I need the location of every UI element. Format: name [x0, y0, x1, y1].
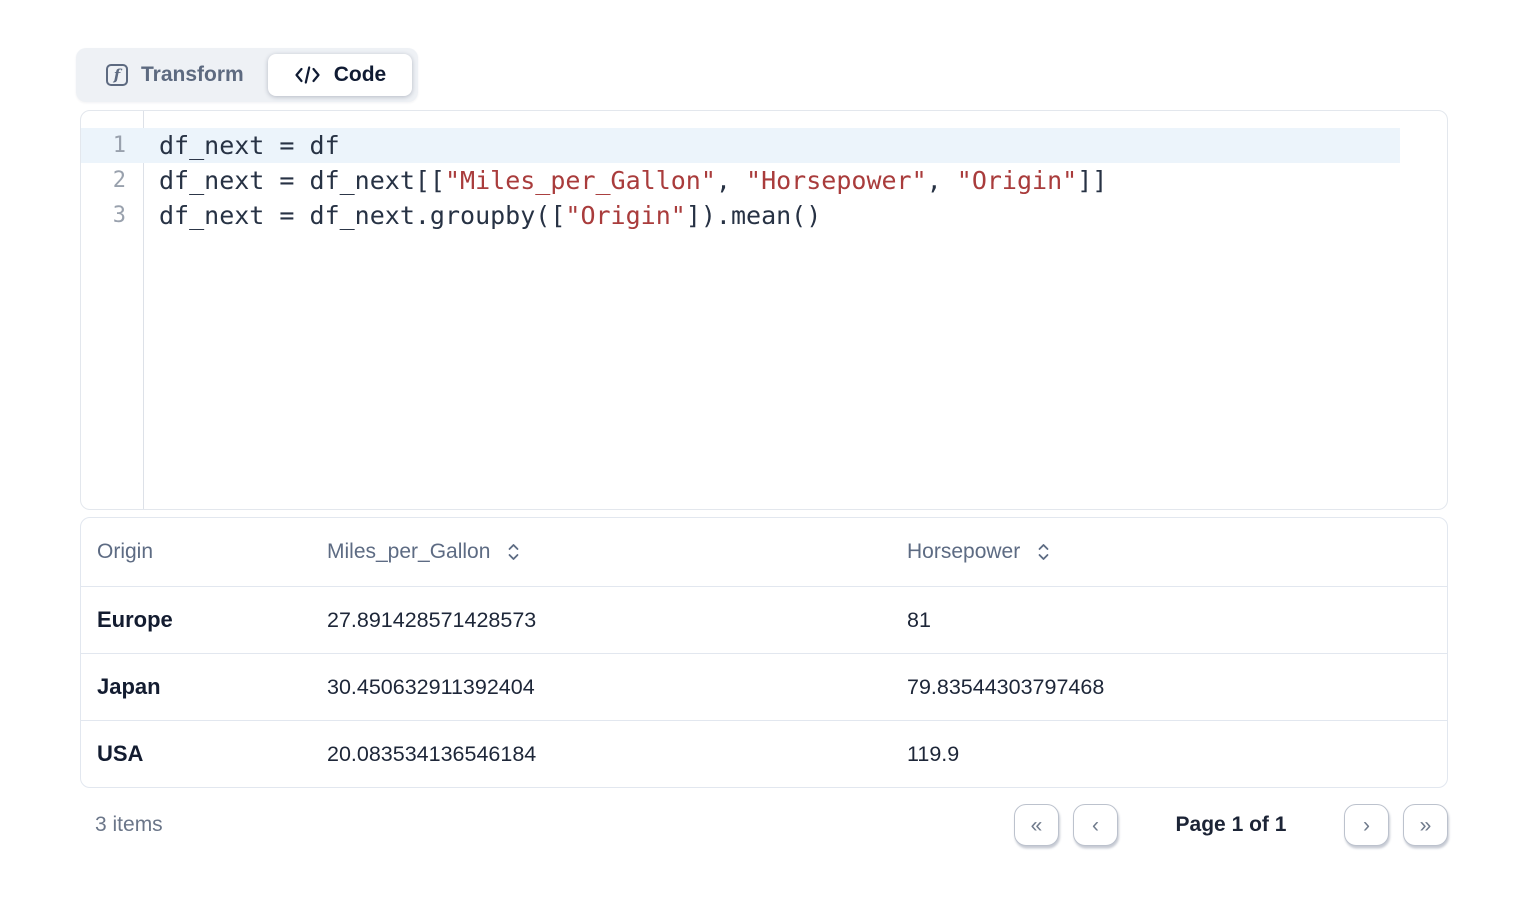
code-line[interactable]: 3 df_next = df_next.groupby(["Origin"]).… [81, 198, 1447, 233]
miles-per-gallon-cell: 30.450632911392404 [311, 675, 891, 700]
line-number: 3 [81, 198, 143, 233]
horsepower-cell: 79.83544303797468 [891, 675, 1447, 700]
last-page-button[interactable]: » [1403, 804, 1448, 846]
result-table: Origin Miles_per_Gallon Horsepower [80, 517, 1448, 788]
code-line-content: df_next = df [143, 128, 340, 163]
first-page-button[interactable]: « [1014, 804, 1059, 846]
origin-cell: Japan [81, 674, 311, 700]
double-chevron-left-icon: « [1031, 815, 1043, 836]
code-token: df_next = df_next.groupby([ [159, 201, 565, 230]
code-token: , [716, 166, 746, 195]
chevron-right-icon: › [1363, 815, 1370, 836]
page-indicator: Page 1 of 1 [1175, 813, 1287, 837]
horsepower-cell: 119.9 [891, 742, 1447, 767]
next-page-button[interactable]: › [1344, 804, 1389, 846]
line-number: 2 [81, 163, 143, 198]
code-editor[interactable]: 1 df_next = df 2 df_next = df_next[["Mil… [80, 110, 1448, 510]
miles-per-gallon-cell: 27.891428571428573 [311, 608, 891, 633]
code-line[interactable]: 1 df_next = df [81, 128, 1400, 163]
function-glyph: f [114, 68, 120, 83]
string-token: "Horsepower" [746, 166, 927, 195]
origin-cell: USA [81, 741, 311, 767]
code-token: df_next = df [159, 131, 340, 160]
items-count: 3 items [80, 813, 163, 837]
code-line[interactable]: 2 df_next = df_next[["Miles_per_Gallon",… [81, 163, 1447, 198]
code-lines: 1 df_next = df 2 df_next = df_next[["Mil… [81, 111, 1447, 233]
column-header-miles-per-gallon[interactable]: Miles_per_Gallon [311, 540, 891, 564]
line-number: 1 [81, 128, 143, 163]
string-token: "Miles_per_Gallon" [445, 166, 716, 195]
code-icon [294, 65, 321, 85]
code-line-content: df_next = df_next.groupby(["Origin"]).me… [143, 198, 821, 233]
column-header-horsepower[interactable]: Horsepower [891, 540, 1447, 564]
code-token: ]).mean() [686, 201, 821, 230]
code-line-content: df_next = df_next[["Miles_per_Gallon", "… [143, 163, 1107, 198]
code-token: , [927, 166, 957, 195]
tab-code[interactable]: Code [268, 54, 413, 96]
origin-cell: Europe [81, 607, 311, 633]
double-chevron-right-icon: » [1420, 815, 1432, 836]
table-row: Japan 30.450632911392404 79.835443037974… [81, 653, 1447, 720]
code-token: df_next = df_next[[ [159, 166, 445, 195]
chevron-left-icon: ‹ [1092, 815, 1099, 836]
pagination: « ‹ Page 1 of 1 › » [1014, 804, 1448, 846]
string-token: "Origin" [957, 166, 1077, 195]
function-icon: f [106, 64, 128, 86]
code-token: ]] [1077, 166, 1107, 195]
string-token: "Origin" [565, 201, 685, 230]
sort-icon[interactable] [506, 540, 521, 564]
tab-transform-label: Transform [141, 63, 244, 87]
table-footer: 3 items « ‹ Page 1 of 1 › » [80, 804, 1448, 846]
view-toggle: f Transform Code [76, 48, 418, 102]
column-header-origin: Origin [81, 540, 311, 564]
main-panel: f Transform Code 1 df_next = df 2 [0, 0, 1516, 846]
tab-code-label: Code [334, 63, 387, 87]
table-row: USA 20.083534136546184 119.9 [81, 720, 1447, 787]
miles-per-gallon-cell: 20.083534136546184 [311, 742, 891, 767]
sort-icon[interactable] [1036, 540, 1051, 564]
previous-page-button[interactable]: ‹ [1073, 804, 1118, 846]
table-row: Europe 27.891428571428573 81 [81, 586, 1447, 653]
horsepower-cell: 81 [891, 608, 1447, 633]
table-header-row: Origin Miles_per_Gallon Horsepower [81, 518, 1447, 586]
tab-transform[interactable]: f Transform [82, 54, 268, 96]
